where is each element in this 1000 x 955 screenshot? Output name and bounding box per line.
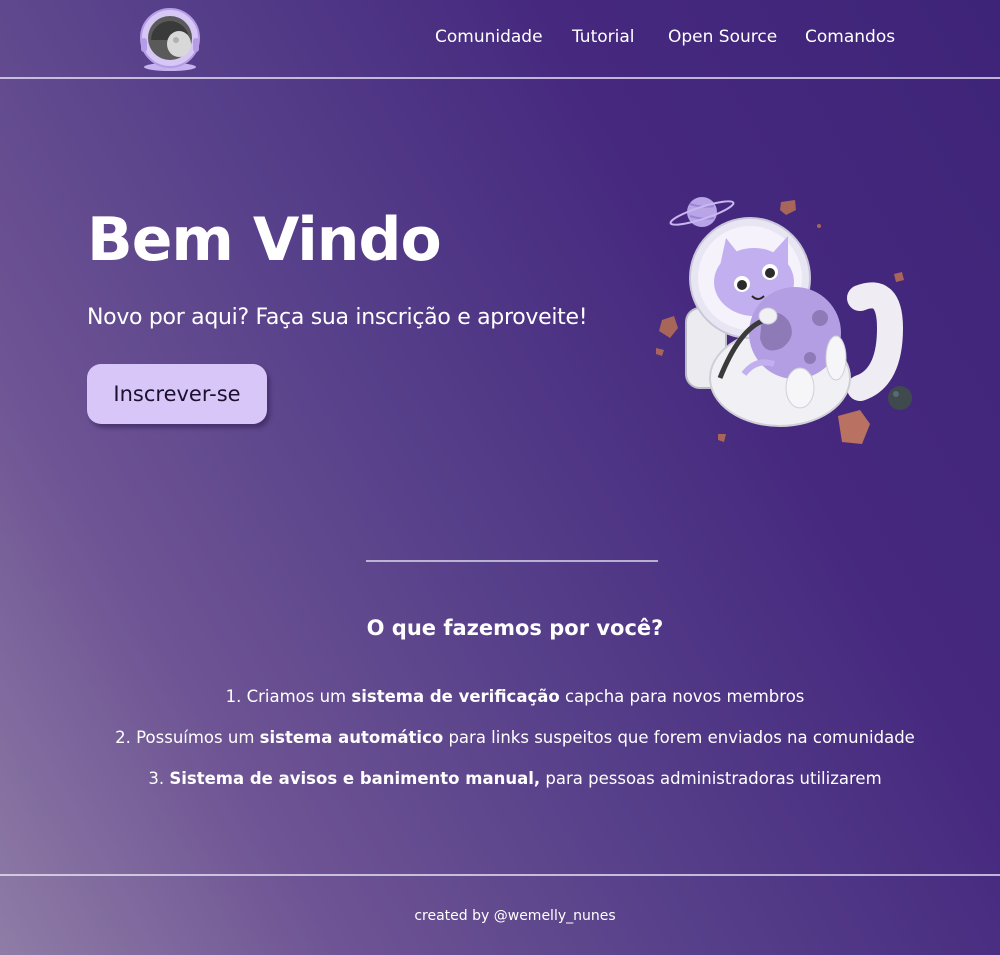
feature-text-bold: Sistema de avisos e banimento manual, — [169, 769, 541, 788]
feature-number: 3. — [148, 769, 165, 788]
nav-link-comandos[interactable]: Comandos — [805, 25, 895, 49]
feature-text-bold: sistema de verificação — [351, 687, 560, 706]
astronaut-cat-illustration — [656, 197, 912, 444]
feature-number: 2. — [115, 728, 131, 747]
feature-text-before: Possuímos um — [136, 728, 260, 747]
nav-link-comunidade[interactable]: Comunidade — [435, 25, 543, 49]
feature-item-2: 2. Possuímos um sistema automático para … — [0, 724, 1000, 765]
section-divider — [366, 560, 658, 562]
feature-text-after: para pessoas administradoras utilizarem — [540, 769, 882, 788]
subscribe-button[interactable]: Inscrever-se — [87, 364, 267, 424]
hero-subtitle: Novo por aqui? Faça sua inscrição e apro… — [87, 305, 588, 330]
nav-link-open-source[interactable]: Open Source — [668, 25, 777, 49]
feature-text-bold: sistema automático — [259, 728, 444, 747]
nav-link-tutorial[interactable]: Tutorial — [572, 25, 635, 49]
feature-text-after: capcha para novos membros — [559, 687, 805, 706]
features-list: 1. Criamos um sistema de verificação cap… — [0, 683, 1000, 806]
site-header: Comunidade Tutorial Open Source Comandos — [0, 0, 1000, 79]
feature-text-after: para links suspeitos que forem enviados … — [443, 728, 915, 747]
hero-title: Bem Vindo — [87, 205, 442, 275]
feature-number: 1. — [225, 687, 242, 706]
footer-credit: created by @wemelly_nunes — [414, 908, 616, 924]
feature-item-3: 3. Sistema de avisos e banimento manual,… — [0, 765, 1000, 806]
features-title: O que fazemos por você? — [366, 616, 664, 640]
site-footer: created by @wemelly_nunes — [0, 874, 1000, 955]
main-nav: Comunidade Tutorial Open Source Comandos — [0, 25, 1000, 49]
feature-text-before: Criamos um — [246, 687, 352, 706]
feature-item-1: 1. Criamos um sistema de verificação cap… — [0, 683, 1000, 724]
